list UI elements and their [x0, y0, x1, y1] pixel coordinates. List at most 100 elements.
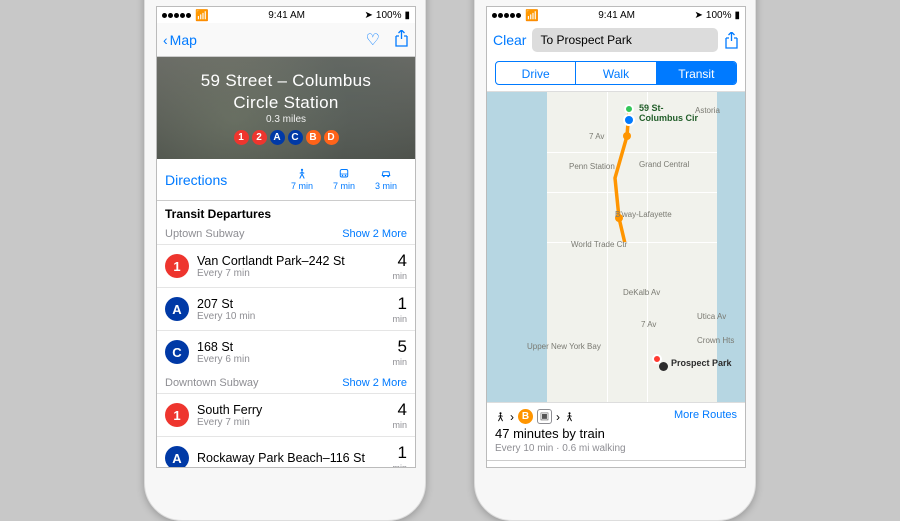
walk-time: 7 min	[291, 181, 313, 191]
departure-row[interactable]: C 168 StEvery 6 min 5min	[157, 330, 415, 373]
route-duration: 47 minutes by train	[495, 426, 737, 441]
drive-time: 3 min	[375, 181, 397, 191]
eta-value: 4	[392, 400, 407, 420]
map-label: B'way-Lafayette	[615, 210, 672, 219]
segment-transit[interactable]: Transit	[657, 62, 736, 84]
share-icon[interactable]	[724, 32, 739, 49]
route-summary[interactable]: More Routes › B ▣ › 47 minutes by train …	[487, 403, 745, 460]
eta-value: 4	[392, 251, 407, 271]
battery-icon: ▮	[404, 10, 410, 21]
station-title-1: 59 Street – Columbus	[201, 71, 371, 91]
eta-value: 5	[392, 337, 407, 357]
destination: 207 St	[197, 297, 384, 311]
share-icon[interactable]	[394, 30, 409, 50]
map-label: World Trade Ctr	[571, 240, 627, 249]
start-bar: Start i	[487, 460, 745, 468]
segment-drive[interactable]: Drive	[496, 62, 576, 84]
walk-icon	[495, 410, 506, 424]
battery-icon: ▮	[734, 10, 740, 21]
phone-left: 📶 9:41 AM ➤ 100% ▮ ‹ Map ♡ 59 Stre	[144, 0, 426, 521]
departure-row[interactable]: A207 StEvery 10 min1min	[157, 287, 415, 330]
station-hero: 59 Street – Columbus Circle Station 0.3 …	[157, 57, 415, 159]
destination-field[interactable]: To Prospect Park	[532, 28, 718, 52]
group-name: Downtown Subway	[165, 377, 259, 389]
show-more-link[interactable]: Show 2 More	[342, 377, 407, 389]
end-label: Prospect Park	[671, 358, 732, 368]
eta-unit: min	[392, 314, 407, 324]
line-bullet: C	[165, 340, 189, 364]
eta-unit: min	[392, 357, 407, 367]
current-location-pin	[623, 114, 635, 126]
destination: 168 St	[197, 340, 384, 354]
show-more-link[interactable]: Show 2 More	[342, 228, 407, 240]
group-name: Uptown Subway	[165, 228, 245, 240]
departure-row[interactable]: 1Van Cortlandt Park–242 StEvery 7 min4mi…	[157, 244, 415, 287]
departure-row[interactable]: 1 South FerryEvery 7 min 4min	[157, 393, 415, 436]
line-bullet-1: 1	[234, 130, 249, 145]
departure-row[interactable]: ARockaway Park Beach–116 St1min	[157, 436, 415, 468]
chevron-left-icon: ‹	[163, 32, 168, 48]
line-bullet: A	[165, 297, 189, 321]
line-bullets: 12ACBD	[234, 130, 339, 145]
eta-value: 1	[392, 443, 407, 463]
status-time: 9:41 AM	[598, 10, 635, 21]
back-label: Map	[170, 32, 197, 48]
destination: South Ferry	[197, 403, 384, 417]
eta-unit: min	[392, 463, 407, 468]
navbar: Clear To Prospect Park	[487, 23, 745, 57]
frequency: Every 7 min	[197, 417, 384, 428]
navbar: ‹ Map ♡	[157, 23, 415, 57]
signal-icon	[492, 10, 522, 21]
directions-button[interactable]: Directions	[165, 172, 227, 188]
back-button[interactable]: ‹ Map	[163, 32, 197, 48]
route-line-bullet: B	[518, 409, 533, 424]
battery-text: 100%	[376, 10, 402, 21]
eta-unit: min	[392, 420, 407, 430]
start-label-2: Columbus Cir	[639, 113, 698, 123]
status-bar: 📶 9:41 AM ➤ 100% ▮	[487, 7, 745, 23]
location-icon: ➤	[365, 10, 373, 21]
phone-right: 📶 9:41 AM ➤ 100% ▮ Clear To Prospect Par…	[474, 0, 756, 521]
line-bullet-A: A	[270, 130, 285, 145]
favorite-icon[interactable]: ♡	[366, 30, 380, 50]
frequency: Every 10 min	[197, 311, 384, 322]
battery-text: 100%	[706, 10, 732, 21]
map-label: Astoria	[695, 106, 720, 115]
mode-drive[interactable]: 3 min	[365, 168, 407, 191]
clear-button[interactable]: Clear	[493, 32, 526, 48]
signal-icon	[162, 10, 192, 21]
location-icon: ➤	[695, 10, 703, 21]
line-bullet: 1	[165, 403, 189, 427]
departures-header: Transit Departures	[157, 201, 415, 224]
mode-segmented-control[interactable]: DriveWalkTransit	[495, 61, 737, 85]
more-routes-link[interactable]: More Routes	[674, 409, 737, 421]
start-pin	[624, 104, 634, 114]
line-bullet-C: C	[288, 130, 303, 145]
screen-left: 📶 9:41 AM ➤ 100% ▮ ‹ Map ♡ 59 Stre	[156, 6, 416, 468]
frequency: Every 6 min	[197, 354, 384, 365]
map-label: Grand Central	[639, 160, 689, 169]
route-map[interactable]: 59 St- Columbus Cir Prospect Park Astori…	[487, 91, 745, 403]
mode-walk[interactable]: 7 min	[281, 168, 323, 191]
station-distance: 0.3 miles	[266, 114, 306, 125]
mode-transit[interactable]: 7 min	[323, 168, 365, 191]
segment-walk[interactable]: Walk	[576, 62, 656, 84]
action-bar: Directions 7 min 7 min 3 min	[157, 159, 415, 201]
start-label-1: 59 St-	[639, 103, 664, 113]
wifi-icon: 📶	[195, 9, 209, 22]
status-time: 9:41 AM	[268, 10, 305, 21]
screen-right: 📶 9:41 AM ➤ 100% ▮ Clear To Prospect Par…	[486, 6, 746, 468]
map-label: 7 Av	[641, 320, 656, 329]
line-bullet-B: B	[306, 130, 321, 145]
status-bar: 📶 9:41 AM ➤ 100% ▮	[157, 7, 415, 23]
line-bullet: 1	[165, 254, 189, 278]
route-sub: Every 10 min · 0.6 mi walking	[495, 443, 737, 454]
line-bullet-D: D	[324, 130, 339, 145]
map-label: Penn Station	[569, 162, 615, 171]
line-bullet: A	[165, 446, 189, 468]
transit-time: 7 min	[333, 181, 355, 191]
eta-unit: min	[392, 271, 407, 281]
map-label: 7 Av	[589, 132, 604, 141]
walk-icon	[564, 410, 575, 424]
line-bullet-2: 2	[252, 130, 267, 145]
